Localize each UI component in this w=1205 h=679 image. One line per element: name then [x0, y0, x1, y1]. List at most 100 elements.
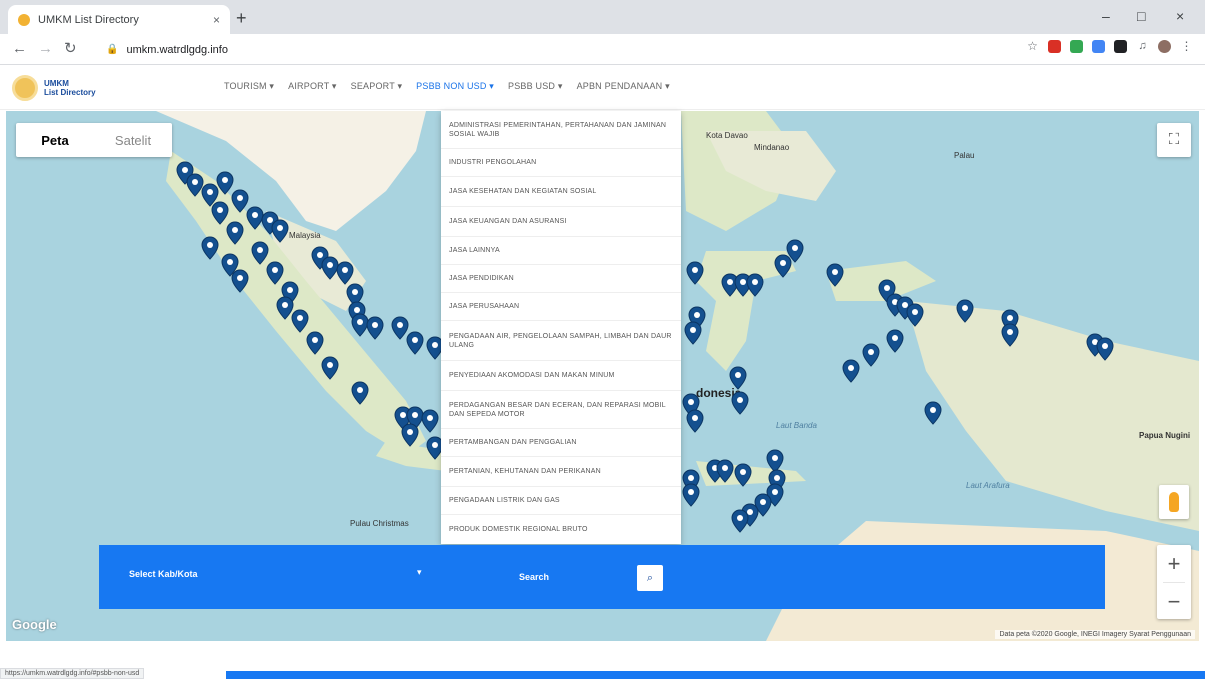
browser-tab[interactable]: UMKM List Directory ×	[8, 5, 230, 34]
label-pulau-christmas: Pulau Christmas	[350, 519, 409, 528]
dropdown-item[interactable]: PRODUK DOMESTIK REGIONAL BRUTO	[441, 515, 681, 544]
fullscreen-button[interactable]: ⛶	[1157, 123, 1191, 157]
map-marker-icon[interactable]	[734, 463, 752, 487]
psbb-non-usd-dropdown: ADMINISTRASI PEMERINTAHAN, PERTAHANAN DA…	[441, 111, 681, 544]
map-marker-icon[interactable]	[351, 381, 369, 405]
status-bar-url: https://umkm.watrdlgdg.info/#psbb-non-us…	[0, 668, 145, 679]
map-type-satelit-button[interactable]: Satelit	[94, 133, 172, 148]
map-attribution[interactable]: Data peta ©2020 Google, INEGI Imagery Sy…	[995, 630, 1195, 639]
map-marker-icon[interactable]	[321, 356, 339, 380]
map-marker-icon[interactable]	[682, 483, 700, 507]
maximize-button[interactable]: □	[1137, 8, 1145, 24]
dropdown-item[interactable]: JASA KESEHATAN DAN KEGIATAN SOSIAL	[441, 177, 681, 207]
zoom-out-button[interactable]: −	[1157, 583, 1191, 620]
dropdown-item[interactable]: PERTAMBANGAN DAN PENGGALIAN	[441, 429, 681, 457]
map-marker-icon[interactable]	[291, 309, 309, 333]
map-marker-icon[interactable]	[231, 269, 249, 293]
map-marker-icon[interactable]	[746, 273, 764, 297]
map-marker-icon[interactable]	[906, 303, 924, 327]
media-icon[interactable]: ♫	[1136, 40, 1149, 53]
map-marker-icon[interactable]	[686, 409, 704, 433]
star-icon[interactable]: ☆	[1026, 40, 1039, 53]
map-type-control: Peta Satelit	[16, 123, 172, 157]
map-marker-icon[interactable]	[826, 263, 844, 287]
map-marker-icon[interactable]	[336, 261, 354, 285]
map-marker-icon[interactable]	[421, 409, 439, 433]
profile-avatar[interactable]	[1158, 40, 1171, 53]
nav-apbn-pendanaan[interactable]: APBN PENDANAAN ▾	[577, 81, 670, 92]
reload-icon[interactable]: ↻	[64, 40, 77, 58]
address-bar[interactable]: 🔒 umkm.watrdlgdg.info	[100, 38, 970, 61]
nav-seaport[interactable]: SEAPORT ▾	[351, 81, 403, 92]
site-header: UMKM List Directory TOURISM ▾ AIRPORT ▾ …	[0, 66, 1205, 110]
map-marker-icon[interactable]	[786, 239, 804, 263]
map-marker-icon[interactable]	[731, 509, 749, 533]
search-label: Search	[519, 572, 550, 582]
logo-icon	[12, 75, 38, 101]
map-marker-icon[interactable]	[226, 221, 244, 245]
tab-close-icon[interactable]: ×	[213, 13, 220, 27]
dropdown-item[interactable]: JASA LAINNYA	[441, 237, 681, 265]
map-marker-icon[interactable]	[862, 343, 880, 367]
zoom-in-button[interactable]: +	[1157, 545, 1191, 582]
map-marker-icon[interactable]	[366, 316, 384, 340]
map-type-peta-button[interactable]: Peta	[16, 133, 94, 148]
browser-tabstrip: UMKM List Directory × + – □ ×	[0, 0, 1205, 34]
lock-icon: 🔒	[106, 44, 119, 55]
dropdown-item[interactable]: PERTANIAN, KEHUTANAN DAN PERIKANAN	[441, 457, 681, 487]
city-select[interactable]: Select Kab/Kota	[129, 569, 198, 579]
new-tab-button[interactable]: +	[236, 8, 247, 28]
map-marker-icon[interactable]	[731, 391, 749, 415]
zoom-control: + −	[1157, 545, 1191, 619]
site-logo[interactable]: UMKM List Directory	[12, 75, 96, 101]
pegman-icon	[1169, 492, 1179, 512]
bottom-strip	[226, 671, 1205, 679]
forward-icon[interactable]: →	[38, 40, 53, 58]
address-url: umkm.watrdlgdg.info	[126, 43, 228, 56]
menu-kebab-icon[interactable]: ⋮	[1180, 40, 1193, 53]
map-marker-icon[interactable]	[716, 459, 734, 483]
nav-psbb-non-usd[interactable]: PSBB NON USD ▾	[416, 81, 494, 92]
map-marker-icon[interactable]	[406, 331, 424, 355]
chevron-down-icon[interactable]: ▾	[417, 567, 422, 578]
dropdown-item[interactable]: JASA KEUANGAN DAN ASURANSI	[441, 207, 681, 237]
nav-psbb-usd[interactable]: PSBB USD ▾	[508, 81, 563, 92]
label-malaysia: Malaysia	[289, 231, 321, 240]
back-icon[interactable]: ←	[12, 40, 27, 58]
extension-green-icon[interactable]	[1070, 40, 1083, 53]
map-marker-icon[interactable]	[1096, 337, 1114, 361]
dropdown-item[interactable]: ADMINISTRASI PEMERINTAHAN, PERTAHANAN DA…	[441, 111, 681, 149]
close-window-button[interactable]: ×	[1176, 8, 1184, 24]
map-marker-icon[interactable]	[401, 423, 419, 447]
label-papua-nugini: Papua Nugini	[1139, 431, 1191, 440]
extension-dark-icon[interactable]	[1114, 40, 1127, 53]
extension-blue-icon[interactable]	[1092, 40, 1105, 53]
map-marker-icon[interactable]	[956, 299, 974, 323]
dropdown-item[interactable]: INDUSTRI PENGOLAHAN	[441, 149, 681, 177]
map-marker-icon[interactable]	[684, 321, 702, 345]
dropdown-item[interactable]: JASA PENDIDIKAN	[441, 265, 681, 293]
map-marker-icon[interactable]	[729, 366, 747, 390]
map-marker-icon[interactable]	[271, 219, 289, 243]
map-marker-icon[interactable]	[842, 359, 860, 383]
map-marker-icon[interactable]	[201, 236, 219, 260]
minimize-button[interactable]: –	[1102, 8, 1110, 24]
browser-toolbar: ← → ↻ 🔒 umkm.watrdlgdg.info ☆ ♫ ⋮	[0, 34, 1205, 65]
dropdown-item[interactable]: PENGADAAN LISTRIK DAN GAS	[441, 487, 681, 515]
dropdown-item[interactable]: PENGADAAN AIR, PENGELOLAAN SAMPAH, LIMBA…	[441, 321, 681, 361]
dropdown-item[interactable]: JASA PERUSAHAAN	[441, 293, 681, 321]
street-view-pegman[interactable]	[1159, 485, 1189, 519]
pocket-extension-icon[interactable]	[1048, 40, 1061, 53]
search-button[interactable]: ⌕	[637, 565, 663, 591]
map-marker-icon[interactable]	[886, 329, 904, 353]
label-palau: Palau	[954, 151, 975, 160]
nav-tourism[interactable]: TOURISM ▾	[224, 81, 274, 92]
map-marker-icon[interactable]	[306, 331, 324, 355]
nav-airport[interactable]: AIRPORT ▾	[288, 81, 337, 92]
map-marker-icon[interactable]	[1001, 323, 1019, 347]
label-laut-banda: Laut Banda	[776, 421, 817, 430]
dropdown-item[interactable]: PENYEDIAAN AKOMODASI DAN MAKAN MINUM	[441, 361, 681, 391]
map-marker-icon[interactable]	[924, 401, 942, 425]
map-marker-icon[interactable]	[686, 261, 704, 285]
dropdown-item[interactable]: PERDAGANGAN BESAR DAN ECERAN, DAN REPARA…	[441, 391, 681, 429]
